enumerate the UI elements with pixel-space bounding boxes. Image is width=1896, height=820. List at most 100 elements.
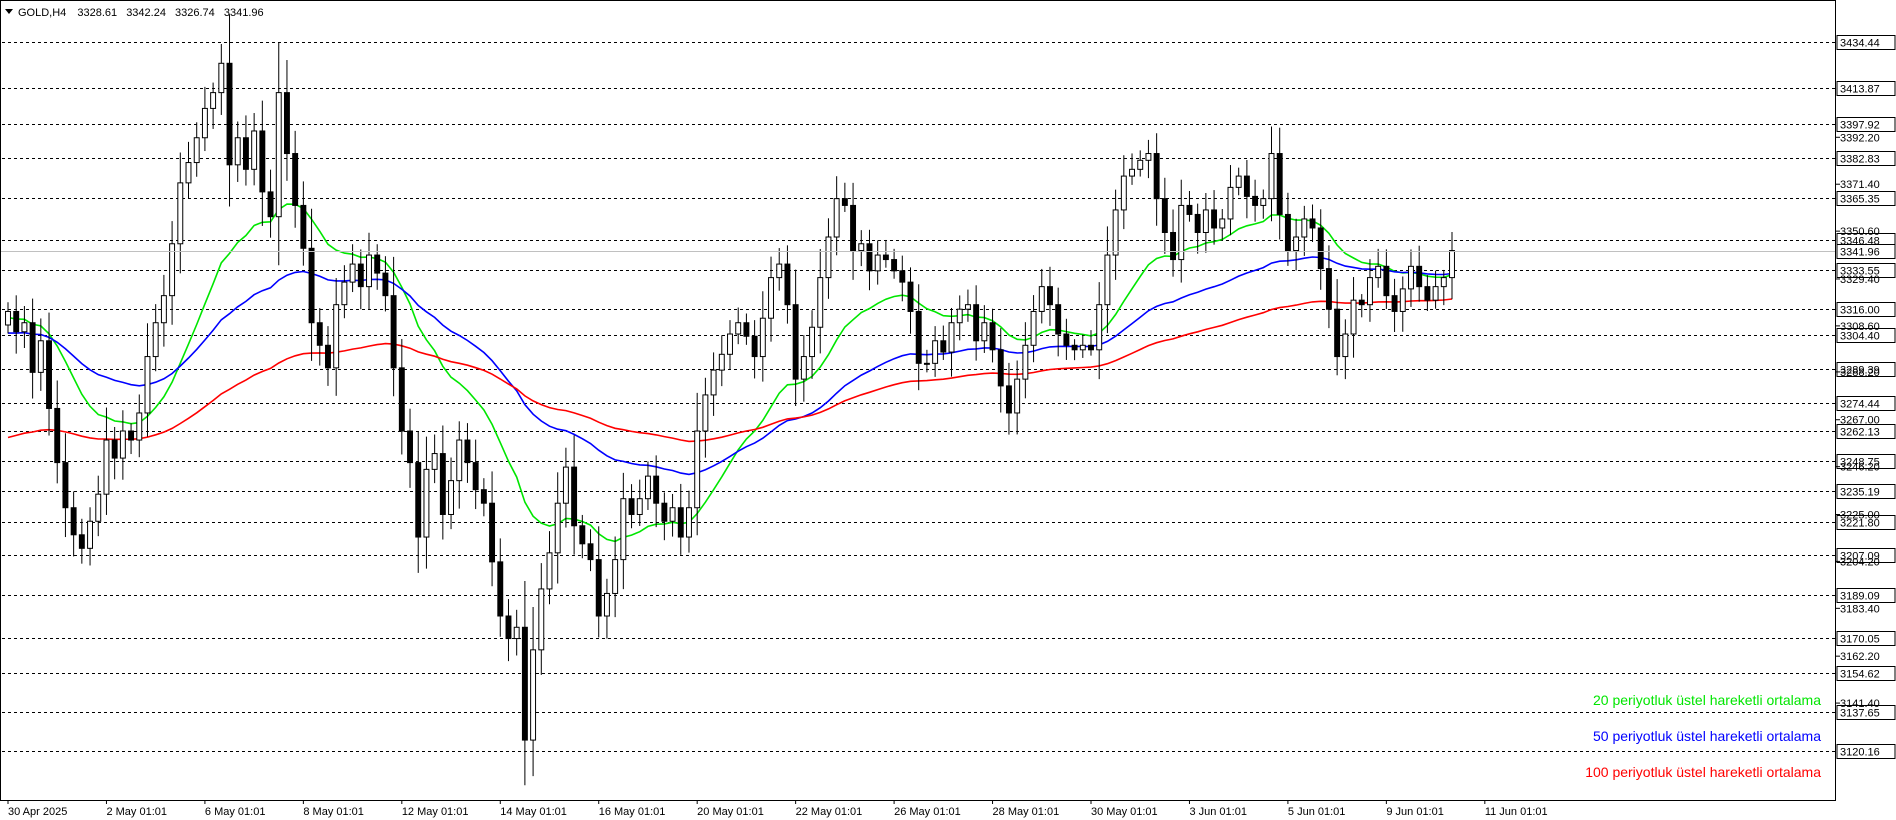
price-tick-label: 3392.20 bbox=[1840, 132, 1880, 144]
candle-body bbox=[1088, 344, 1094, 351]
candle-body bbox=[997, 349, 1004, 387]
candle-body bbox=[325, 344, 331, 369]
candle-body bbox=[513, 626, 520, 640]
time-tick-label: 22 May 01:01 bbox=[796, 806, 863, 818]
candle-body bbox=[70, 507, 77, 536]
candle-body bbox=[743, 322, 750, 337]
candle-body bbox=[521, 626, 528, 741]
time-tick-label: 30 May 01:01 bbox=[1091, 806, 1158, 818]
candle-body bbox=[817, 277, 824, 328]
level-label: 3189.09 bbox=[1840, 591, 1880, 603]
candle-body bbox=[505, 615, 512, 640]
candle-body bbox=[1350, 299, 1357, 335]
candle-body bbox=[1260, 198, 1267, 206]
candle-body bbox=[497, 561, 504, 617]
candle-body bbox=[1342, 333, 1349, 358]
candle-body bbox=[1186, 204, 1193, 215]
candle-body bbox=[1104, 254, 1111, 306]
candle-body bbox=[653, 475, 660, 504]
candle-body bbox=[595, 559, 602, 617]
low-value: 3326.74 bbox=[175, 7, 215, 19]
candle-body bbox=[1063, 333, 1070, 346]
candle-body bbox=[136, 412, 143, 441]
candle-body bbox=[628, 498, 635, 515]
candle-body bbox=[78, 534, 85, 549]
candle-body bbox=[1383, 265, 1390, 297]
level-label: 3120.16 bbox=[1840, 747, 1880, 759]
candle-body bbox=[956, 308, 963, 324]
level-label: 3154.62 bbox=[1840, 669, 1880, 681]
candle-body bbox=[874, 254, 881, 272]
level-label: 3365.35 bbox=[1840, 194, 1880, 206]
legend-ema50: 50 periyotluk üstel hareketli ortalama bbox=[1593, 728, 1821, 744]
price-chart[interactable]: 3434.443413.873397.923382.833365.353346.… bbox=[0, 0, 1896, 820]
candle-body bbox=[1096, 304, 1103, 351]
level-label: 3413.87 bbox=[1840, 84, 1880, 96]
candle-body bbox=[480, 489, 487, 504]
candle-body bbox=[1408, 265, 1414, 290]
candle-body bbox=[981, 322, 988, 342]
candle-body bbox=[1153, 153, 1160, 200]
level-label: 3397.92 bbox=[1840, 120, 1880, 132]
candle-body bbox=[267, 191, 274, 218]
candle-body bbox=[1399, 288, 1406, 312]
candle-body bbox=[1391, 295, 1398, 312]
candle-body bbox=[103, 439, 110, 495]
candle-body bbox=[308, 247, 315, 324]
candle-body bbox=[1309, 218, 1316, 229]
candle-body bbox=[989, 322, 996, 351]
candle-body bbox=[111, 439, 118, 459]
time-tick-label: 9 Jun 01:01 bbox=[1386, 806, 1444, 818]
candle-body bbox=[201, 107, 208, 139]
candle-body bbox=[661, 502, 668, 522]
time-tick-label: 30 Apr 2025 bbox=[8, 806, 67, 818]
candle-body bbox=[1047, 286, 1053, 306]
candle-body bbox=[1120, 175, 1127, 211]
time-tick-label: 12 May 01:01 bbox=[402, 806, 469, 818]
candle-body bbox=[1071, 344, 1078, 351]
candle-body bbox=[710, 369, 717, 396]
price-tick-label: 3308.60 bbox=[1840, 321, 1880, 333]
candle-body bbox=[858, 243, 865, 252]
level-label: 3170.05 bbox=[1840, 634, 1880, 646]
candle-body bbox=[423, 468, 430, 538]
candle-body bbox=[686, 507, 692, 538]
candle-body bbox=[259, 130, 266, 193]
chart-header: GOLD,H4 3328.61 3342.24 3326.74 3341.96 bbox=[5, 7, 264, 19]
candle-body bbox=[1235, 175, 1242, 188]
candle-body bbox=[407, 430, 413, 464]
candle-body bbox=[5, 310, 11, 326]
candle-body bbox=[554, 502, 561, 554]
price-tick-label: 3183.40 bbox=[1840, 603, 1880, 615]
legend-ema100: 100 periyotluk üstel hareketli ortalama bbox=[1585, 764, 1821, 780]
candle-body bbox=[603, 592, 610, 617]
candle-body bbox=[1424, 286, 1431, 301]
candle-body bbox=[316, 322, 323, 346]
candle-body bbox=[562, 466, 569, 504]
candle-body bbox=[456, 439, 463, 482]
candle-body bbox=[809, 326, 816, 358]
candle-body bbox=[973, 304, 980, 342]
candle-body bbox=[439, 453, 446, 515]
candle-body bbox=[1268, 153, 1275, 200]
candle-body bbox=[644, 475, 651, 500]
candle-body bbox=[1038, 286, 1045, 312]
open-value: 3328.61 bbox=[77, 7, 117, 19]
candle-body bbox=[374, 254, 381, 274]
candle-body bbox=[226, 62, 233, 166]
candle-body bbox=[866, 243, 873, 272]
candle-body bbox=[964, 304, 971, 310]
candle-body bbox=[735, 322, 742, 335]
candle-body bbox=[177, 182, 184, 245]
candle-body bbox=[210, 92, 217, 109]
level-label: 3434.44 bbox=[1840, 38, 1880, 50]
candle-body bbox=[579, 525, 586, 545]
candle-body bbox=[1202, 209, 1209, 233]
candle-body bbox=[431, 453, 438, 470]
candle-body bbox=[1211, 209, 1218, 229]
candle-body bbox=[62, 462, 69, 509]
candle-body bbox=[1194, 213, 1201, 233]
candle-body bbox=[1252, 195, 1259, 206]
close-value: 3341.96 bbox=[224, 7, 264, 19]
candle-body bbox=[1079, 344, 1086, 351]
